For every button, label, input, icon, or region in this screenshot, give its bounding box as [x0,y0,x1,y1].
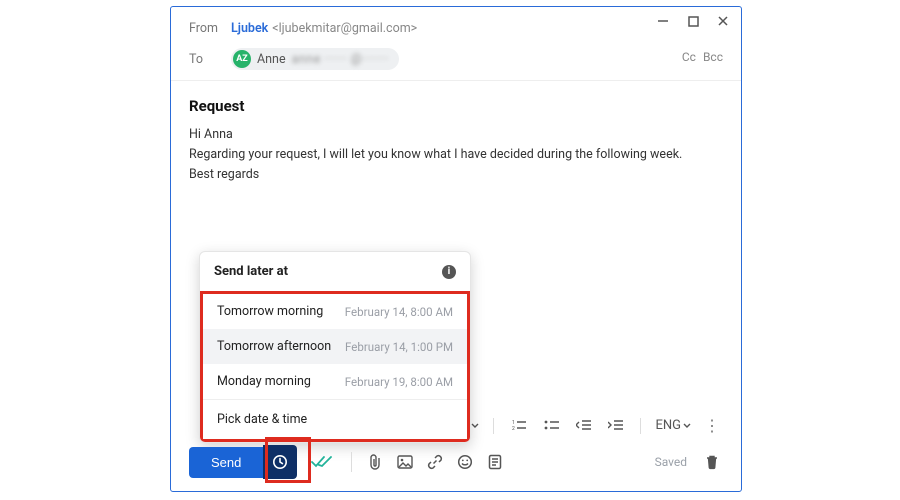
recipient-name: Anne [257,52,286,67]
recipient-email-blurred: anne ······ @······· [292,52,389,67]
bullet-list-icon[interactable] [540,419,562,432]
send-button[interactable]: Send [189,447,263,478]
send-later-popup: Send later at i Tomorrow morning Februar… [199,251,471,443]
language-select[interactable]: ENG [655,418,691,433]
pick-date-time[interactable]: Pick date & time [203,400,467,439]
schedule-option[interactable]: Monday morning February 19, 8:00 AM [203,364,467,399]
read-receipt-icon[interactable] [305,455,339,469]
clock-icon [272,454,288,470]
bcc-link[interactable]: Bcc [703,50,723,64]
schedule-option[interactable]: Tomorrow afternoon February 14, 1:00 PM [203,329,467,364]
avatar: AZ [233,50,251,68]
image-icon[interactable] [394,455,416,469]
popup-title: Send later at [214,264,288,279]
cc-bcc[interactable]: Cc Bcc [682,50,723,64]
outdent-icon[interactable] [572,419,594,432]
body-line: Regarding your request, I will let you k… [189,145,723,165]
saved-status: Saved [655,455,687,469]
bottom-toolbar: Send S [171,437,741,491]
schedule-send-button[interactable] [263,445,297,479]
template-icon[interactable] [484,454,506,470]
cc-link[interactable]: Cc [682,50,696,64]
highlighted-options: Tomorrow morning February 14, 8:00 AM To… [200,291,470,442]
format-toolbar: 12 ENG ⋮ [455,416,723,435]
link-icon[interactable] [424,454,446,470]
subject[interactable]: Request [171,81,741,119]
separator [493,418,494,434]
message-body[interactable]: Hi Anna Regarding your request, I will l… [171,119,741,191]
from-name: Ljubek [231,21,268,36]
indent-icon[interactable] [604,419,626,432]
option-label: Monday morning [217,374,311,389]
to-row: To AZ Anne anne ······ @······· Cc Bcc [171,42,741,81]
maximize-button[interactable] [685,13,701,29]
separator [351,452,352,472]
body-line: Best regards [189,165,723,185]
popup-header: Send later at i [200,252,470,291]
option-time: February 14, 8:00 AM [345,305,453,319]
recipient-chip[interactable]: AZ Anne anne ······ @······· [231,48,399,70]
emoji-icon[interactable] [454,454,476,470]
body-line: Hi Anna [189,125,723,145]
send-group: Send [189,445,297,479]
more-format-icon[interactable]: ⋮ [701,416,723,435]
attach-icon[interactable] [364,454,386,470]
from-email: <ljubekmitar@gmail.com> [272,21,417,36]
window-controls [655,13,731,29]
svg-text:2: 2 [512,426,515,432]
compose-window: From Ljubek <ljubekmitar@gmail.com> To A… [170,6,742,492]
trash-icon[interactable] [701,454,723,470]
option-time: February 14, 1:00 PM [345,340,453,354]
info-icon[interactable]: i [442,265,456,279]
option-label: Tomorrow morning [217,304,323,319]
close-button[interactable] [715,13,731,29]
option-time: February 19, 8:00 AM [345,375,453,389]
separator [640,418,641,434]
numbered-list-icon[interactable]: 12 [508,419,530,432]
option-label: Tomorrow afternoon [217,339,331,354]
to-label: To [189,52,231,67]
minimize-button[interactable] [655,13,671,29]
language-label: ENG [655,418,681,433]
from-label: From [189,21,231,36]
schedule-option[interactable]: Tomorrow morning February 14, 8:00 AM [203,294,467,329]
